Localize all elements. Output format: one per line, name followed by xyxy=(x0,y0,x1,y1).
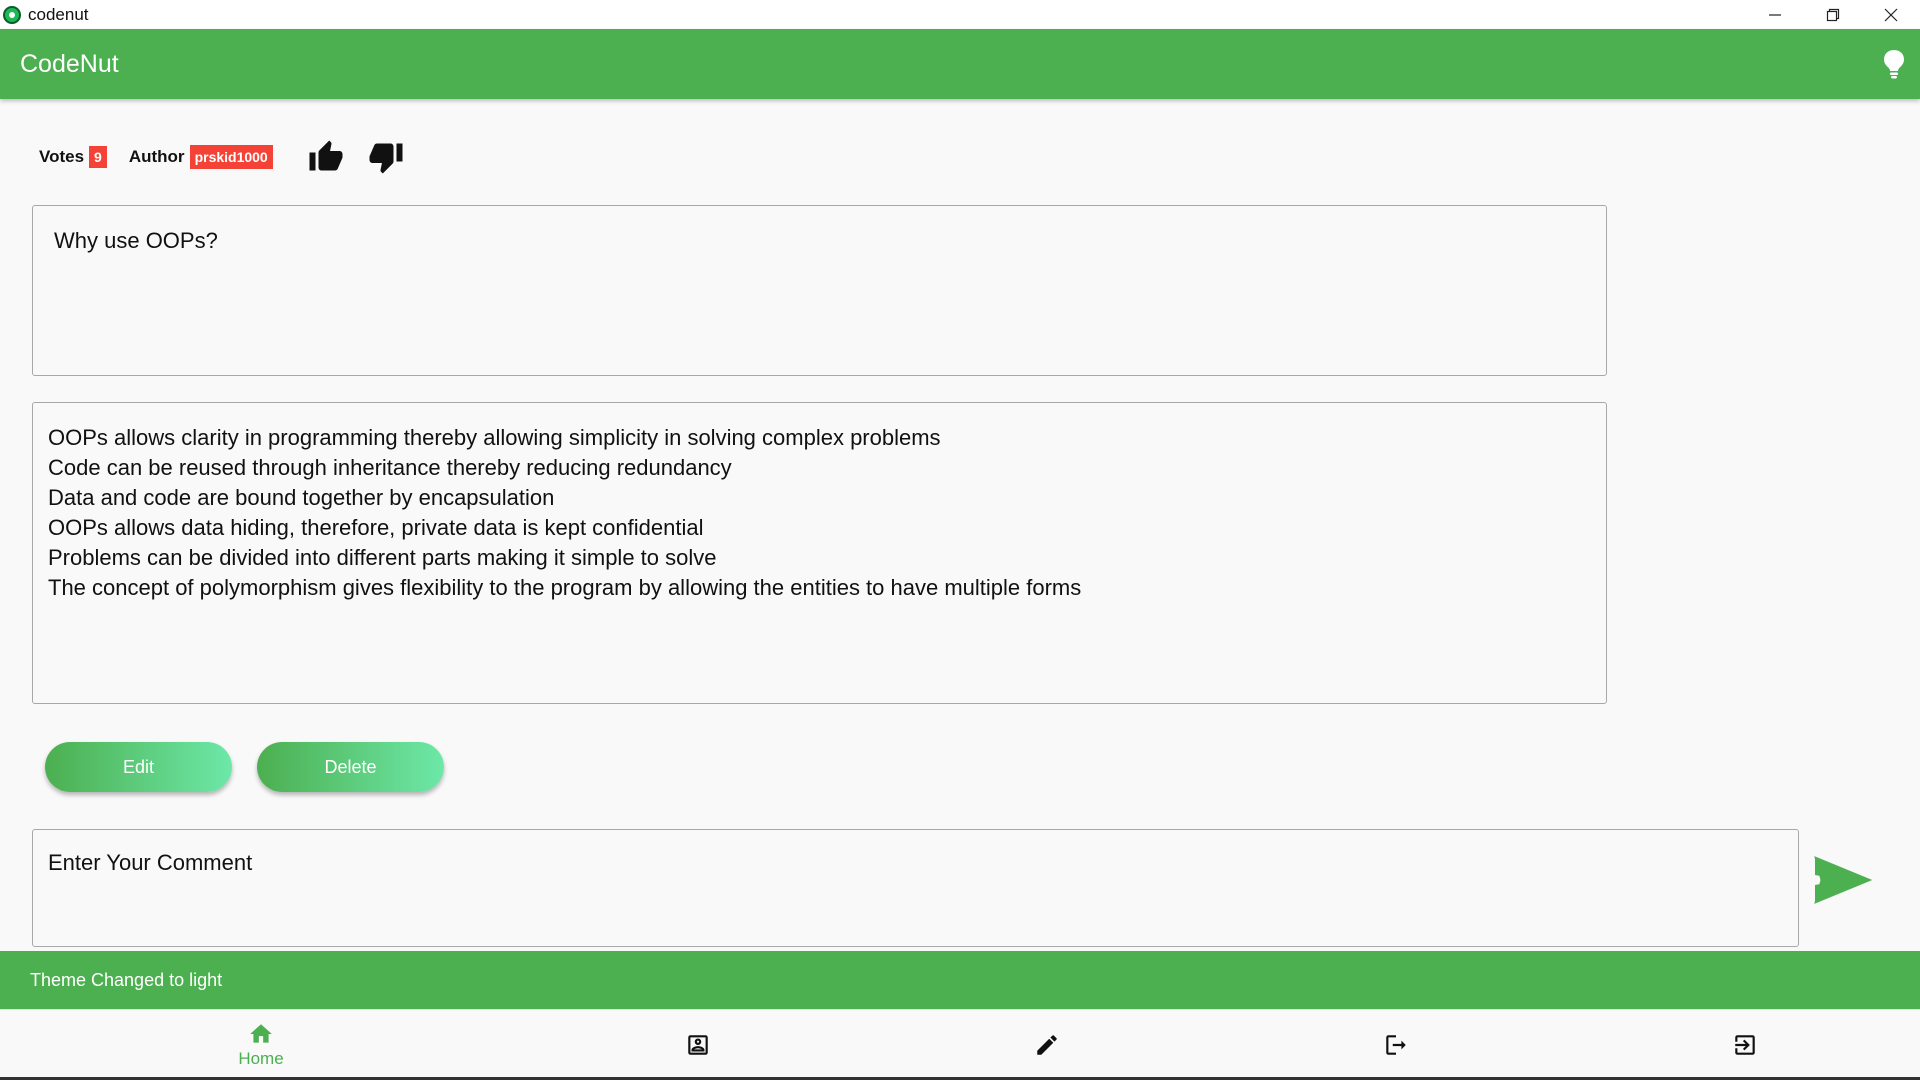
nav-home-label: Home xyxy=(238,1048,284,1068)
app-brand: CodeNut xyxy=(20,49,119,78)
app-bar: CodeNut xyxy=(0,29,1920,99)
snackbar-message: Theme Changed to light xyxy=(30,969,223,990)
window-title: codenut xyxy=(28,4,89,24)
nav-logout[interactable] xyxy=(1336,1010,1456,1079)
window-controls xyxy=(1746,0,1920,29)
login-icon xyxy=(1735,1034,1755,1055)
nav-home[interactable]: Home xyxy=(201,1010,321,1079)
minimize-button[interactable] xyxy=(1746,0,1804,29)
delete-button[interactable]: Delete xyxy=(257,742,444,792)
nav-login[interactable] xyxy=(1685,1010,1805,1079)
logout-icon xyxy=(1386,1034,1406,1055)
author-label: Author xyxy=(128,147,185,166)
window-titlebar: codenut xyxy=(0,0,1920,29)
answer-lines: OOPs allows clarity in programming there… xyxy=(48,423,1081,603)
question-box[interactable]: Why use OOPs? xyxy=(32,205,1607,376)
nav-profile[interactable] xyxy=(638,1010,758,1079)
answer-line: OOPs allows clarity in programming there… xyxy=(48,425,941,450)
comment-box: Enter Your Comment xyxy=(32,829,1799,947)
post-meta: Votes 9 Author prskid1000 xyxy=(39,139,405,175)
nav-write[interactable] xyxy=(987,1010,1107,1079)
lightbulb-icon[interactable] xyxy=(1882,49,1906,79)
answer-box[interactable]: OOPs allows clarity in programming there… xyxy=(32,402,1607,704)
answer-line: Problems can be divided into different p… xyxy=(48,545,717,570)
answer-line: Code can be reused through inheritance t… xyxy=(48,455,732,480)
snackbar: Theme Changed to light xyxy=(0,951,1920,1009)
comment-input[interactable]: Enter Your Comment xyxy=(48,850,252,876)
thumbs-up-icon[interactable] xyxy=(307,139,345,175)
close-button[interactable] xyxy=(1862,0,1920,29)
answer-line: OOPs allows data hiding, therefore, priv… xyxy=(48,515,704,540)
close-icon xyxy=(1884,8,1898,21)
app-logo-icon xyxy=(3,5,21,24)
author-name-badge: prskid1000 xyxy=(189,145,273,169)
answer-line: The concept of polymorphism gives flexib… xyxy=(48,575,1082,600)
votes-count-badge: 9 xyxy=(89,146,107,168)
restore-button[interactable] xyxy=(1804,0,1862,29)
thumbs-down-icon[interactable] xyxy=(367,139,405,175)
answer-line: Data and code are bound together by enca… xyxy=(48,485,555,510)
question-text: Why use OOPs? xyxy=(54,228,218,253)
votes-label: Votes xyxy=(39,147,85,166)
account-box-icon xyxy=(688,1034,708,1055)
minimize-icon xyxy=(1769,13,1781,16)
send-icon[interactable] xyxy=(1813,855,1873,905)
bottom-navigation: Home xyxy=(0,1009,1920,1080)
restore-icon xyxy=(1826,8,1840,21)
pencil-icon xyxy=(1037,1034,1057,1055)
home-icon xyxy=(250,1023,272,1043)
edit-button[interactable]: Edit xyxy=(45,742,232,792)
